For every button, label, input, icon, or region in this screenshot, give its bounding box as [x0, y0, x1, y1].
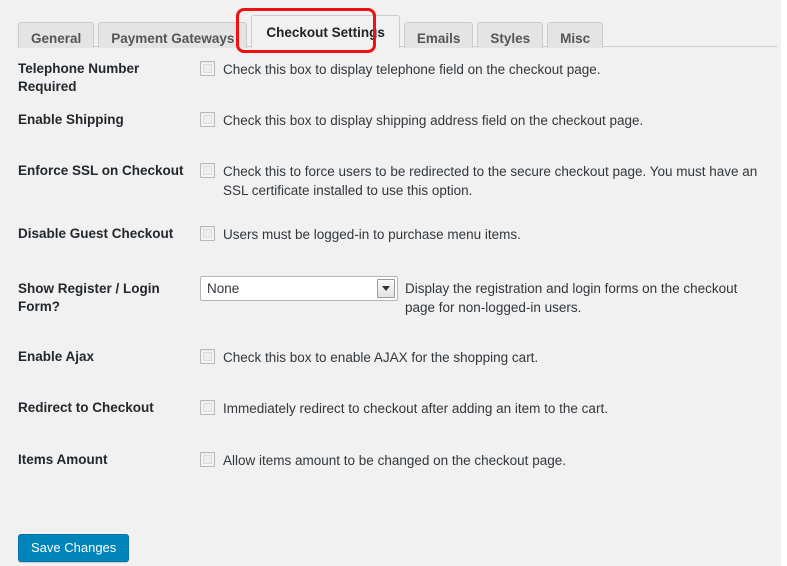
settings-page: General Payment Gateways Checkout Settin… [0, 0, 787, 566]
redirect-to-checkout-checkbox[interactable] [200, 400, 215, 415]
tab-label: Styles [490, 31, 531, 46]
setting-row-enable-ajax: Enable Ajax Check this box to enable AJA… [0, 348, 787, 399]
setting-field: Users must be logged-in to purchase menu… [200, 225, 787, 244]
setting-label: Enable Shipping [18, 112, 124, 127]
setting-field: Immediately redirect to checkout after a… [200, 399, 787, 418]
show-register-login-form-select[interactable]: None [200, 276, 398, 301]
setting-field: Check this box to display telephone fiel… [200, 60, 787, 79]
setting-field: None Display the registration and login … [200, 276, 787, 317]
setting-label: Disable Guest Checkout [18, 226, 174, 241]
tab-general[interactable]: General [18, 22, 95, 48]
setting-field: Check this box to display shipping addre… [200, 111, 787, 130]
tab-bar: General Payment Gateways Checkout Settin… [0, 0, 787, 53]
setting-description: Check this box to enable AJAX for the sh… [223, 350, 539, 365]
setting-field: Allow items amount to be changed on the … [200, 451, 787, 470]
tab-label: Emails [416, 31, 461, 46]
tab-checkout-settings[interactable]: Checkout Settings [251, 15, 400, 48]
tab-label: Payment Gateways [111, 31, 235, 46]
setting-description: Check this to force users to be redirect… [223, 164, 758, 198]
tab-styles[interactable]: Styles [477, 22, 544, 48]
setting-row-telephone-number-required: Telephone Number Required Check this box… [0, 60, 787, 111]
setting-label: Telephone Number Required [18, 61, 140, 94]
select-selected-value: None [207, 281, 240, 296]
setting-field: Check this to force users to be redirect… [200, 162, 787, 200]
setting-label: Show Register / Login Form? [18, 281, 160, 314]
setting-description: Display the registration and login forms… [405, 281, 738, 315]
enable-ajax-checkbox[interactable] [200, 349, 215, 364]
settings-form: Telephone Number Required Check this box… [0, 60, 787, 503]
items-amount-checkbox[interactable] [200, 452, 215, 467]
enforce-ssl-on-checkout-checkbox[interactable] [200, 163, 215, 178]
setting-description: Check this box to display shipping addre… [223, 113, 644, 128]
tab-label: Misc [560, 31, 591, 46]
setting-row-show-register-login-form: Show Register / Login Form? None Display… [0, 276, 787, 348]
setting-field: Check this box to enable AJAX for the sh… [200, 348, 787, 367]
tab-list: General Payment Gateways Checkout Settin… [18, 14, 607, 48]
enable-shipping-checkbox[interactable] [200, 112, 215, 127]
setting-label: Enable Ajax [18, 349, 95, 364]
setting-label: Redirect to Checkout [18, 400, 154, 415]
setting-label: Enforce SSL on Checkout [18, 163, 184, 178]
form-footer: Save Changes [18, 534, 130, 562]
setting-row-disable-guest-checkout: Disable Guest Checkout Users must be log… [0, 225, 787, 276]
chevron-down-icon[interactable] [377, 279, 395, 298]
tab-label: General [31, 31, 82, 46]
setting-description: Allow items amount to be changed on the … [223, 453, 566, 468]
save-changes-button[interactable]: Save Changes [18, 534, 130, 562]
setting-description: Immediately redirect to checkout after a… [223, 401, 608, 416]
tab-misc[interactable]: Misc [547, 22, 604, 48]
setting-row-redirect-to-checkout: Redirect to Checkout Immediately redirec… [0, 399, 787, 451]
setting-row-enforce-ssl-on-checkout: Enforce SSL on Checkout Check this to fo… [0, 162, 787, 225]
tab-label: Checkout Settings [266, 25, 385, 40]
setting-label: Items Amount [18, 452, 108, 467]
tab-emails[interactable]: Emails [403, 22, 474, 48]
tab-payment-gateways[interactable]: Payment Gateways [98, 22, 248, 48]
setting-description: Users must be logged-in to purchase menu… [223, 227, 521, 242]
setting-row-enable-shipping: Enable Shipping Check this box to displa… [0, 111, 787, 162]
setting-description: Check this box to display telephone fiel… [223, 62, 601, 77]
telephone-number-required-checkbox[interactable] [200, 61, 215, 76]
setting-row-items-amount: Items Amount Allow items amount to be ch… [0, 451, 787, 503]
disable-guest-checkout-checkbox[interactable] [200, 226, 215, 241]
